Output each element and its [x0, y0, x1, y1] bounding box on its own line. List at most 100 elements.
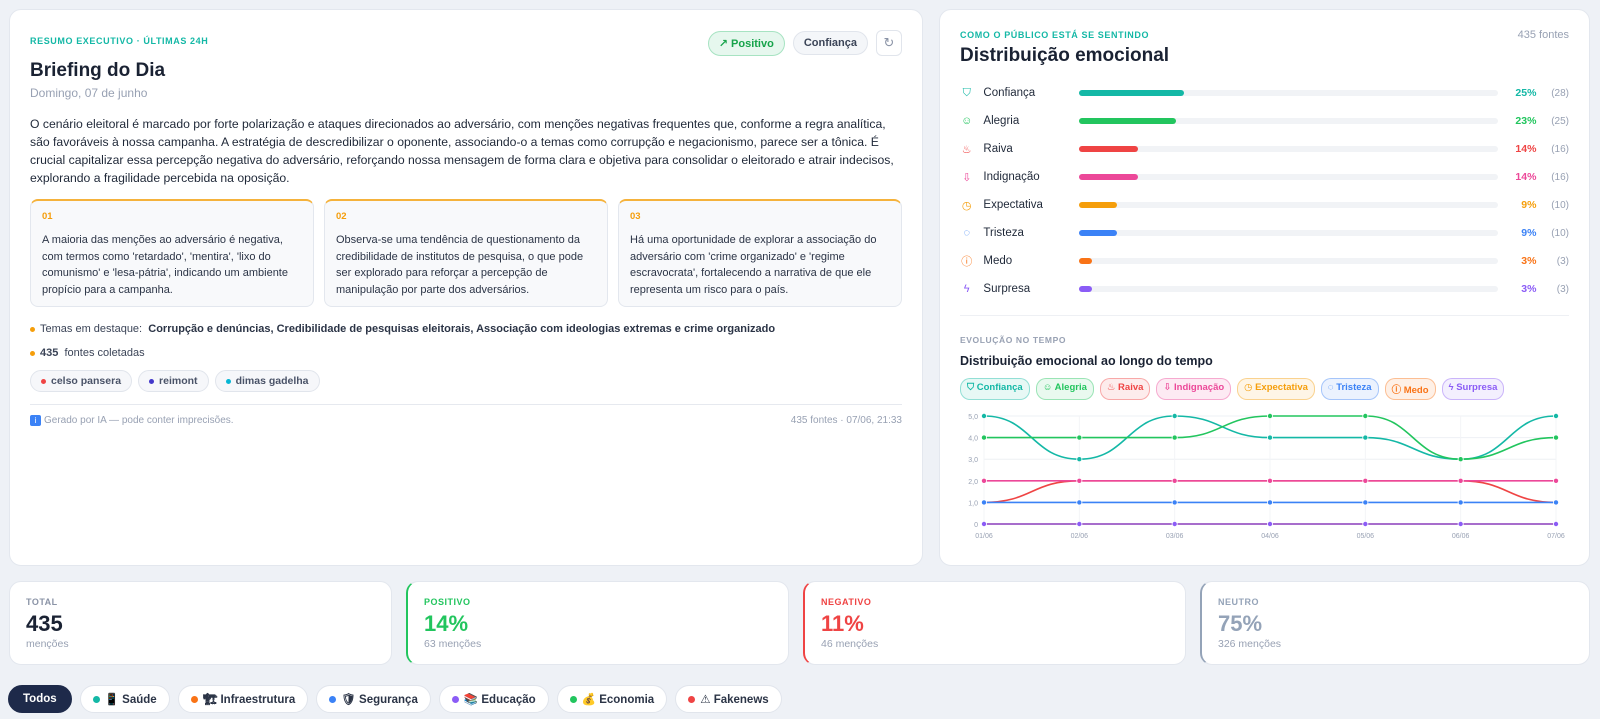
category-label: 🛡 Segurança: [341, 694, 418, 706]
emotion-bar-fill: [1079, 118, 1176, 124]
evolution-title: Distribuição emocional ao longo do tempo: [960, 354, 1213, 368]
emotion-percent: 23%: [1515, 115, 1537, 127]
author-chip[interactable]: dimas gadelha: [214, 370, 320, 392]
briefing-summary: O cenário eleitoral é marcado por forte …: [30, 117, 894, 185]
emotion-percent: 9%: [1521, 199, 1537, 211]
sources-label: fontes coletadas: [64, 347, 145, 359]
kpi-label: TOTAL: [26, 597, 58, 607]
category-chip[interactable]: 📱 Saúde: [79, 685, 170, 713]
data-point: [1362, 499, 1369, 506]
emotion-percent: 3%: [1521, 255, 1537, 267]
emotion-bar-fill: [1079, 174, 1138, 180]
legend-item[interactable]: ◌ Tristeza: [1320, 378, 1379, 400]
emotions-eyebrow: COMO O PÚBLICO ESTÁ SE SENTINDO: [960, 30, 1150, 40]
legend-item[interactable]: ♨ Raiva: [1099, 378, 1151, 400]
x-tick-label: 07/06: [1547, 533, 1565, 540]
y-tick-label: 2,0: [968, 479, 978, 486]
emotions-card: COMO O PÚBLICO ESTÁ SE SENTINDO 435 font…: [939, 9, 1590, 566]
kpi-value: 14%: [424, 611, 469, 636]
insight-text: Observa-se uma tendência de questionamen…: [336, 234, 584, 296]
data-point: [980, 413, 987, 419]
emotion-row-shield-check: ⛉ Confiança 25% (28): [960, 79, 1569, 107]
y-tick-label: 1,0: [968, 500, 978, 507]
info-icon: i: [30, 415, 41, 426]
category-chip[interactable]: 💰 Economia: [556, 685, 668, 713]
data-point: [980, 499, 987, 506]
emotion-bar-fill: [1079, 90, 1184, 96]
data-point: [1362, 413, 1369, 419]
legend-item[interactable]: ◷ Expectativa: [1237, 378, 1315, 400]
insight-text: A maioria das menções ao adversário é ne…: [42, 234, 288, 296]
category-chip[interactable]: 📚 Educação: [438, 685, 549, 713]
legend-item[interactable]: ϟ Surpresa: [1441, 378, 1505, 400]
kpi-positive: POSITIVO 14% 63 menções: [406, 581, 789, 665]
briefing-actions: ↗ Positivo Confiança ↻: [707, 30, 902, 56]
emotion-name: Alegria: [983, 115, 1020, 127]
flame-icon: ♨: [961, 143, 972, 156]
legend-item[interactable]: ⓘ Medo: [1384, 378, 1436, 400]
category-chip[interactable]: Todos: [8, 685, 72, 713]
category-label: ⚠ Fakenews: [700, 694, 769, 706]
data-point: [1266, 477, 1273, 484]
category-dot: [688, 695, 696, 703]
emotion-name: Medo: [983, 255, 1013, 267]
emotion-count: (3): [1556, 283, 1570, 295]
shield-check-icon: ⛉: [962, 86, 971, 99]
author-chip[interactable]: celso pansera: [30, 370, 133, 392]
data-point: [1171, 434, 1178, 441]
emotion-bar-fill: [1079, 258, 1092, 264]
data-point: [1076, 499, 1083, 506]
legend-item[interactable]: ⇩ Indignação: [1156, 378, 1232, 400]
insights-row: 01 A maioria das menções ao adversário é…: [30, 199, 902, 307]
emotion-list: ⛉ Confiança 25% (28) ☺ Alegria 23% (25) ♨ Raiva 14…: [960, 79, 1569, 303]
emotions-title: Distribuição emocional: [960, 45, 1170, 66]
emotion-bar-track: [1079, 230, 1499, 236]
data-point: [1457, 477, 1464, 484]
kpi-value: 435: [26, 611, 63, 636]
briefing-footer: i Gerado por IA — pode conter imprecisões…: [30, 404, 902, 426]
legend-item[interactable]: ☺ Alegria: [1035, 378, 1094, 400]
emotion-row-droplet: ◌ Tristeza 9% (10): [960, 219, 1569, 247]
emotion-bar-track: [1079, 146, 1499, 152]
data-point: [1362, 434, 1369, 441]
emotion-name: Expectativa: [983, 199, 1043, 211]
alert-circle-icon: ⓘ: [961, 256, 973, 268]
data-point: [1457, 456, 1464, 463]
category-chip[interactable]: 🏗 Infraestrutura: [177, 685, 309, 713]
refresh-icon[interactable]: ↻: [876, 30, 902, 56]
themes-value: Corrupção e denúncias, Credibilidade de …: [148, 323, 776, 335]
x-tick-label: 06/06: [1452, 533, 1470, 540]
category-dot: [569, 695, 577, 703]
category-chip[interactable]: 🛡 Segurança: [316, 685, 431, 713]
emotion-percent: 9%: [1521, 227, 1537, 239]
category-dot: [451, 695, 459, 703]
divider: [960, 315, 1569, 316]
data-point: [1553, 434, 1560, 441]
kpi-total: TOTAL 435 menções: [9, 581, 392, 665]
legend-item[interactable]: ⛉ Confiança: [960, 378, 1030, 400]
category-dot: [190, 695, 198, 703]
insight-card: 01 A maioria das menções ao adversário é…: [30, 199, 314, 307]
kpi-neutral: NEUTRO 75% 326 menções: [1200, 581, 1590, 665]
insight-number: 03: [630, 211, 641, 222]
briefing-header: RESUMO EXECUTIVO · ÚLTIMAS 24H ↗ Positiv…: [30, 30, 902, 56]
data-point: [1266, 434, 1273, 441]
briefing-date: Domingo, 07 de junho: [30, 86, 148, 100]
emotion-bar-track: [1079, 258, 1499, 264]
category-chip[interactable]: ⚠ Fakenews: [675, 685, 782, 713]
kpi-sub: menções: [26, 638, 69, 650]
sources-count: 435: [40, 347, 59, 359]
confidence-badge[interactable]: Confiança: [792, 31, 868, 55]
data-point: [1171, 477, 1178, 484]
bullet-dot: [30, 350, 35, 356]
emotion-row-smile: ☺ Alegria 23% (25): [960, 107, 1569, 135]
ai-disclaimer-text: Gerado por IA — pode conter imprecisões.: [44, 415, 234, 426]
author-dot: [41, 378, 46, 384]
positive-badge[interactable]: ↗ Positivo: [707, 30, 785, 56]
author-chip[interactable]: reimont: [138, 370, 209, 392]
author-dot: [149, 378, 155, 384]
x-tick-label: 05/06: [1357, 533, 1375, 540]
generated-meta: 435 fontes · 07/06, 21:33: [790, 415, 902, 426]
data-point: [980, 434, 987, 441]
emotion-line-chart: 0 1,0 2,0 3,0 4,0 5,0 01/06 02/06 03/06 04/06 05/0…: [968, 413, 1565, 540]
